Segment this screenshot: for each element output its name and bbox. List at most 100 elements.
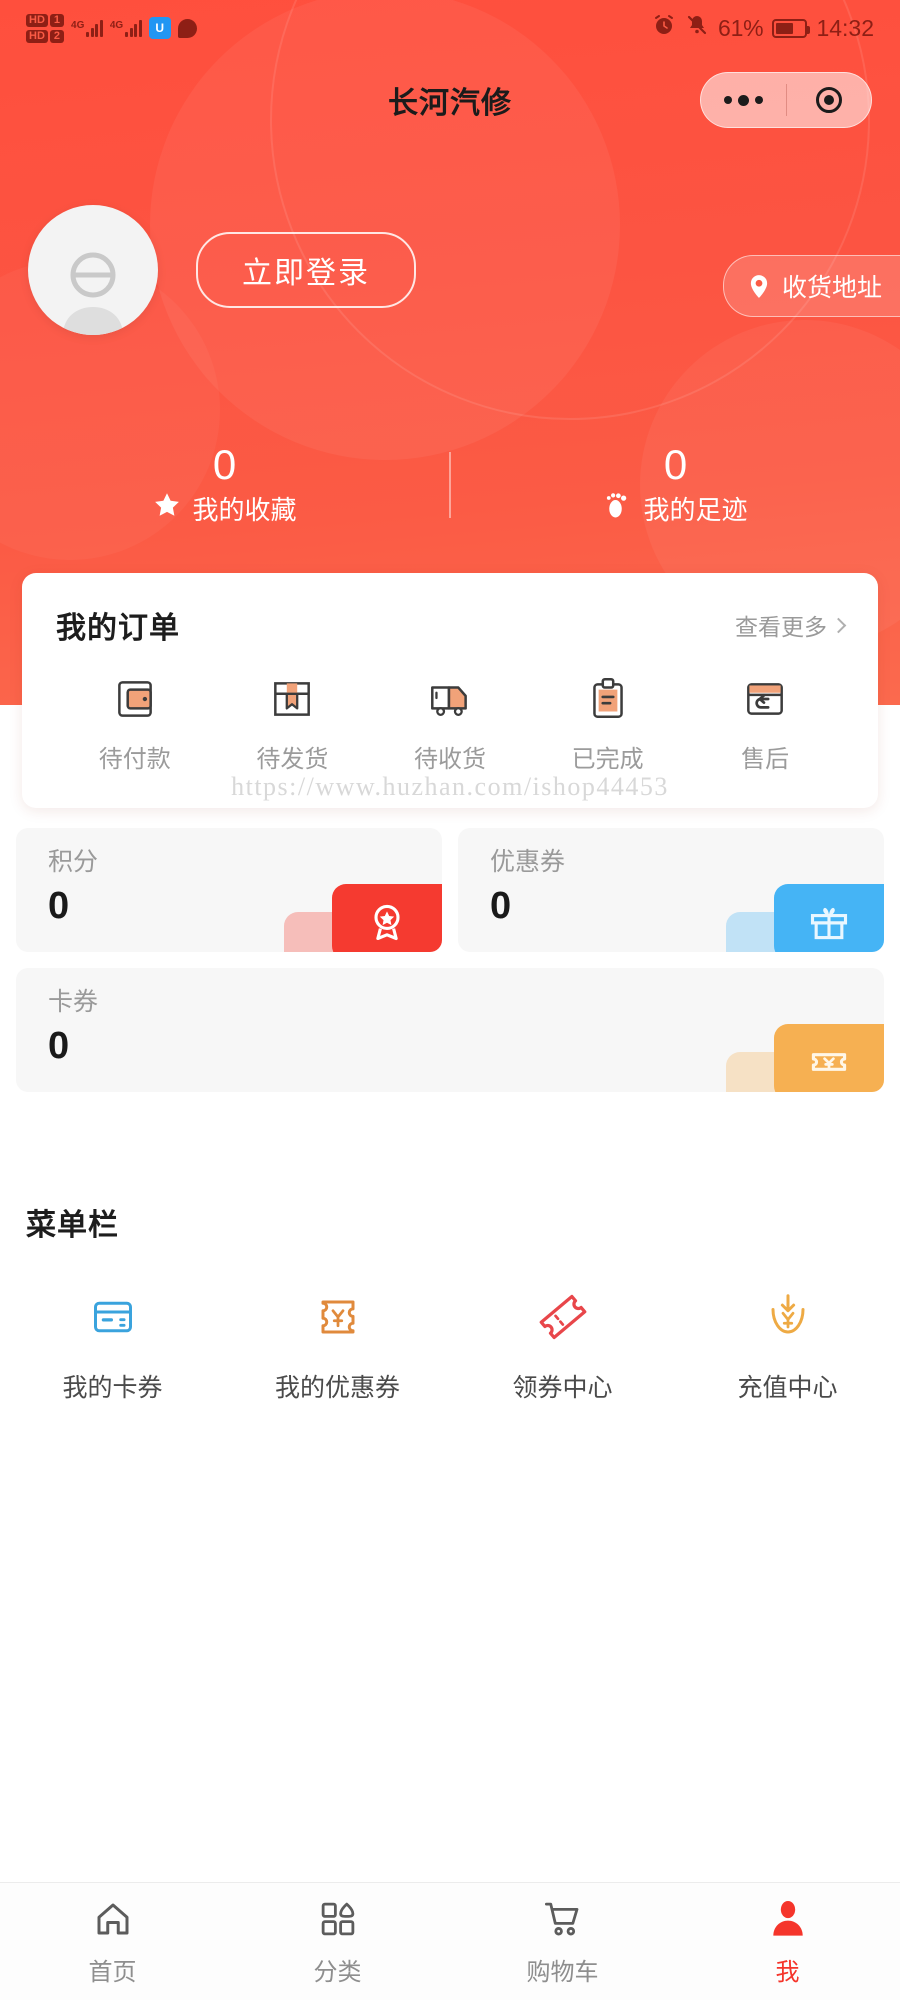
hd-indicator-2: HD 2 xyxy=(26,29,65,43)
menu-item-label: 领券中心 xyxy=(512,1374,613,1402)
ticket-yuan-icon xyxy=(774,1024,884,1092)
ellipsis-icon xyxy=(723,94,763,106)
bell-muted-icon xyxy=(685,13,709,43)
bottom-navigation: 首页 分类 购物车 我 xyxy=(0,1882,900,2000)
shipping-address-label: 收货地址 xyxy=(781,274,882,302)
tab-cart[interactable]: 购物车 xyxy=(450,1896,675,1987)
home-icon xyxy=(90,1896,136,1942)
status-bar-right: 61% 14:32 xyxy=(652,13,874,43)
favorites-label-row: 我的收藏 xyxy=(152,490,297,527)
stat-favorites[interactable]: 0 我的收藏 xyxy=(0,440,449,527)
order-status-aftersales[interactable]: 售后 xyxy=(686,673,844,774)
order-status-label: 待收货 xyxy=(413,746,486,773)
package-icon xyxy=(266,673,318,725)
more-menu-button[interactable] xyxy=(701,73,786,127)
orders-title: 我的订单 xyxy=(56,612,180,645)
stats-row: 0 我的收藏 0 我的足迹 xyxy=(0,420,900,550)
card-icon xyxy=(82,1286,144,1348)
login-button[interactable]: 立即登录 xyxy=(196,232,416,308)
hd-num-2: 2 xyxy=(49,29,65,43)
medal-star-icon xyxy=(332,884,442,952)
truck-icon xyxy=(424,673,476,725)
menu-item-label: 我的卡券 xyxy=(62,1374,163,1402)
orders-view-more-label: 查看更多 xyxy=(735,614,827,640)
hd-indicator-1: HD 1 xyxy=(26,13,65,27)
footprints-label-row: 我的足迹 xyxy=(603,490,748,527)
tilted-ticket-icon xyxy=(532,1286,594,1348)
status-bar-left: HD 1 HD 2 4G 4G U xyxy=(26,13,197,43)
avatar[interactable] xyxy=(28,205,158,335)
cards-label: 卡券 xyxy=(48,988,99,1016)
order-status-pending-payment[interactable]: 待付款 xyxy=(56,673,214,774)
favorites-count: 0 xyxy=(212,440,237,488)
target-icon xyxy=(815,87,842,113)
tab-category[interactable]: 分类 xyxy=(225,1896,450,1987)
menu-item-recharge-center[interactable]: 充值中心 xyxy=(675,1286,900,1404)
menu-item-my-coupons[interactable]: 我的优惠券 xyxy=(225,1286,450,1404)
asset-card-cards[interactable]: 卡券 0 xyxy=(16,968,884,1092)
grid-icon xyxy=(315,1896,361,1942)
footprint-icon xyxy=(603,490,633,527)
menu-section: 菜单栏 我的卡券 我的优惠券 领券中心 充值中心 xyxy=(0,1200,900,1404)
default-avatar-icon xyxy=(63,252,123,335)
menu-item-label: 充值中心 xyxy=(737,1374,838,1402)
footprints-label: 我的足迹 xyxy=(643,494,748,525)
menu-item-coupon-center[interactable]: 领券中心 xyxy=(450,1286,675,1404)
network-type-2: 4G xyxy=(109,19,124,31)
tab-me[interactable]: 我 xyxy=(675,1896,900,1987)
asset-row-2: 卡券 0 xyxy=(16,968,884,1092)
mini-program-capsule[interactable] xyxy=(700,72,872,128)
coupon-yuan-icon xyxy=(307,1286,369,1348)
menu-item-label: 我的优惠券 xyxy=(274,1374,400,1402)
hd-label-2: HD xyxy=(26,29,48,43)
shipping-address-button[interactable]: 收货地址 xyxy=(722,255,900,317)
order-status-label: 已完成 xyxy=(571,746,644,773)
close-mini-program-button[interactable] xyxy=(787,73,872,127)
tab-label: 我 xyxy=(775,1959,800,1986)
person-icon xyxy=(765,1896,811,1942)
asset-card-points[interactable]: 积分 0 xyxy=(16,828,442,952)
hd-label-1: HD xyxy=(26,13,48,27)
menu-item-my-cards[interactable]: 我的卡券 xyxy=(0,1286,225,1404)
order-status-pending-receipt[interactable]: 待收货 xyxy=(371,673,529,774)
shield-icon: U xyxy=(148,17,171,39)
order-status-label: 待付款 xyxy=(98,746,171,773)
asset-row-1: 积分 0 优惠券 0 xyxy=(16,828,884,952)
signal-bars-1 xyxy=(86,19,103,37)
order-status-label: 售后 xyxy=(741,746,790,773)
network-type-1: 4G xyxy=(71,19,85,31)
signal-bars-2 xyxy=(125,19,142,37)
hd-num-1: 1 xyxy=(49,13,65,27)
orders-view-more-button[interactable]: 查看更多 xyxy=(735,608,847,642)
tab-label: 首页 xyxy=(88,1959,137,1986)
tab-label: 购物车 xyxy=(526,1959,599,1986)
order-status-pending-shipment[interactable]: 待发货 xyxy=(214,673,372,774)
tab-home[interactable]: 首页 xyxy=(0,1896,225,1987)
asset-cards: 积分 0 优惠券 0 卡券 0 xyxy=(16,828,884,1108)
clock-time: 14:32 xyxy=(816,14,874,41)
signal-icon-1: 4G xyxy=(71,19,103,37)
battery-percent: 61% xyxy=(718,14,764,41)
favorites-label: 我的收藏 xyxy=(192,494,297,525)
menu-section-title: 菜单栏 xyxy=(26,1209,119,1242)
order-status-list: 待付款 待发货 待收货 已完成 售后 xyxy=(56,673,844,774)
app-screen: HD 1 HD 2 4G 4G U 61% 14:32 长河汽修 立即登录 收货… xyxy=(0,0,900,2000)
order-status-label: 待发货 xyxy=(256,746,329,773)
star-icon xyxy=(152,490,182,527)
gift-icon xyxy=(774,884,884,952)
location-pin-icon xyxy=(746,273,772,299)
asset-card-coupons[interactable]: 优惠券 0 xyxy=(458,828,884,952)
stat-footprints[interactable]: 0 我的足迹 xyxy=(451,440,900,527)
cart-icon xyxy=(540,1896,586,1942)
footprints-count: 0 xyxy=(663,440,688,488)
hd-indicators: HD 1 HD 2 xyxy=(26,13,65,43)
battery-icon xyxy=(772,18,811,38)
return-icon xyxy=(739,673,791,725)
order-status-completed[interactable]: 已完成 xyxy=(529,673,687,774)
tab-label: 分类 xyxy=(313,1959,362,1986)
coupons-label: 优惠券 xyxy=(490,848,566,876)
signal-icon-2: 4G xyxy=(109,19,142,37)
status-bar: HD 1 HD 2 4G 4G U 61% 14:32 xyxy=(0,0,900,56)
menu-grid: 我的卡券 我的优惠券 领券中心 充值中心 xyxy=(0,1286,900,1404)
orders-card: 我的订单 查看更多 待付款 待发货 待收货 已完成 售后 xyxy=(22,573,878,808)
